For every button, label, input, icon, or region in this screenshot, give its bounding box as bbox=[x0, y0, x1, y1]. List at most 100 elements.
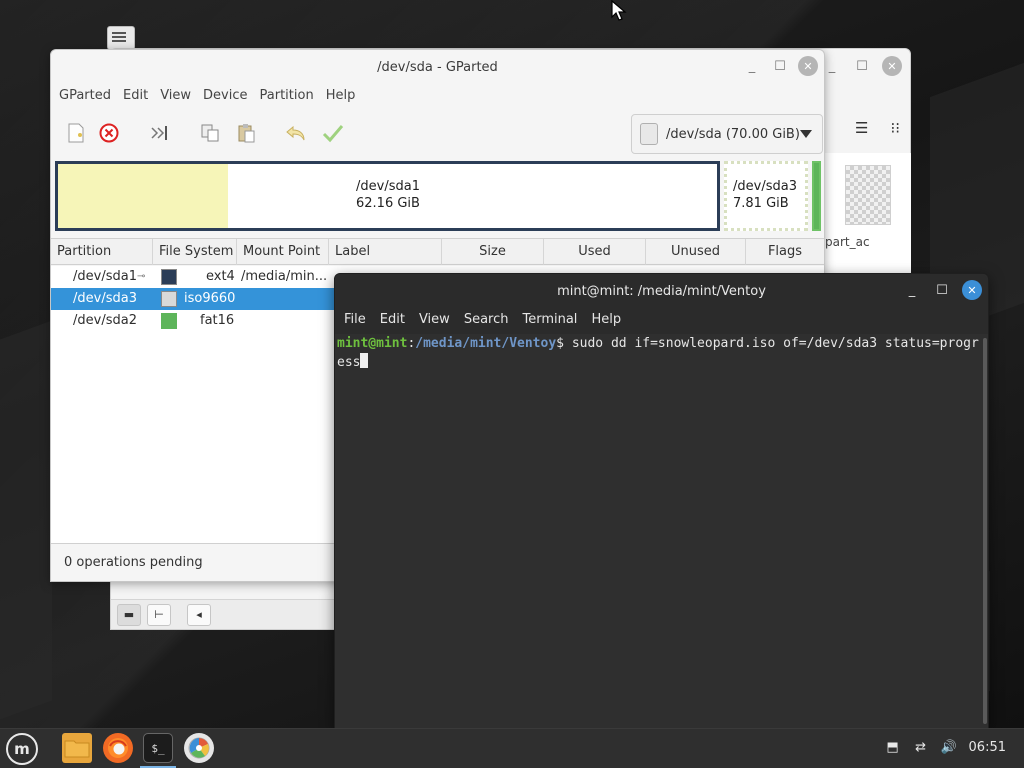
key-icon: ⊸ bbox=[137, 271, 146, 282]
partition-block-sda3[interactable]: /dev/sda3 7.81 GiB bbox=[724, 161, 808, 231]
scrollbar[interactable] bbox=[983, 338, 987, 724]
maximize-button[interactable]: ☐ bbox=[932, 280, 952, 300]
device-select-value: /dev/sda (70.00 GiB) bbox=[666, 126, 800, 142]
fs-cell: ext4 bbox=[206, 269, 235, 284]
close-button[interactable]: ✕ bbox=[882, 56, 902, 76]
column-file-system[interactable]: File System bbox=[153, 239, 237, 265]
fs-color-swatch bbox=[161, 269, 177, 285]
menu-edit[interactable]: Edit bbox=[117, 86, 154, 108]
clock[interactable]: 06:51 bbox=[969, 740, 1006, 755]
column-flags[interactable]: Flags bbox=[746, 239, 824, 265]
wallpaper-shape bbox=[0, 320, 52, 720]
disk-icon bbox=[640, 123, 658, 145]
list-view-icon[interactable]: ☰ bbox=[855, 119, 868, 137]
partition-block-sda2[interactable] bbox=[812, 161, 821, 231]
terminal-output[interactable]: mint@mint:/media/mint/Ventoy$ sudo dd if… bbox=[335, 334, 988, 729]
gparted-titlebar: /dev/sda - GParted _ ☐ ✕ bbox=[51, 50, 824, 84]
menu-partition[interactable]: Partition bbox=[254, 86, 320, 108]
partition-name: /dev/sda3 bbox=[733, 179, 797, 194]
column-size[interactable]: Size bbox=[442, 239, 544, 265]
chevron-down-icon bbox=[800, 130, 812, 138]
mount-cell: /media/min... bbox=[241, 269, 328, 284]
gparted-icon[interactable] bbox=[184, 733, 214, 763]
text-cursor bbox=[360, 353, 369, 368]
fs-cell: fat16 bbox=[200, 313, 235, 328]
places-icon[interactable]: ▬ bbox=[117, 603, 141, 626]
firefox-icon[interactable] bbox=[103, 733, 133, 763]
minimize-button[interactable]: _ bbox=[822, 56, 842, 76]
mint-menu-icon[interactable]: m bbox=[6, 733, 38, 765]
window-title: mint@mint: /media/mint/Ventoy bbox=[557, 283, 766, 299]
partition-block-sda1[interactable]: /dev/sda1 62.16 GiB bbox=[55, 161, 720, 231]
terminal-window: mint@mint: /media/mint/Ventoy _ ☐ ✕ File… bbox=[334, 273, 989, 729]
column-mount-point[interactable]: Mount Point bbox=[237, 239, 329, 265]
partition-cell: /dev/sda1 bbox=[73, 269, 137, 284]
menu-search[interactable]: Search bbox=[457, 308, 516, 334]
partition-cell: /dev/sda2 bbox=[73, 313, 137, 328]
prompt-symbol: $ bbox=[556, 336, 564, 351]
partition-cell: /dev/sda3 bbox=[73, 291, 137, 306]
delete-icon[interactable] bbox=[96, 120, 122, 146]
terminal-glyph: $_ bbox=[151, 741, 165, 755]
fs-cell: iso9660 bbox=[184, 291, 236, 306]
taskbar: m $_ ⬒ ⇄ 🔊 06:51 bbox=[0, 728, 1024, 768]
operations-pending: 0 operations pending bbox=[64, 555, 203, 570]
menu-file[interactable]: File bbox=[337, 308, 373, 334]
device-select[interactable]: /dev/sda (70.00 GiB) bbox=[631, 114, 823, 154]
files-icon[interactable] bbox=[62, 733, 92, 763]
maximize-button[interactable]: ☐ bbox=[852, 56, 872, 76]
menu-help[interactable]: Help bbox=[584, 308, 628, 334]
network-icon[interactable]: ⇄ bbox=[913, 739, 929, 755]
file-manager-statusbar: ▬ ⊢ ◂ bbox=[111, 599, 335, 629]
partition-size: 62.16 GiB bbox=[356, 196, 420, 211]
system-tray: ⬒ ⇄ 🔊 06:51 bbox=[885, 739, 1006, 755]
partition-map: /dev/sda1 62.16 GiB /dev/sda3 7.81 GiB bbox=[55, 161, 823, 231]
menu-edit[interactable]: Edit bbox=[373, 308, 412, 334]
column-label[interactable]: Label bbox=[329, 239, 442, 265]
menu-view[interactable]: View bbox=[412, 308, 457, 334]
resize-move-icon[interactable] bbox=[147, 120, 173, 146]
copy-icon[interactable] bbox=[197, 120, 223, 146]
terminal-shortcut-icon[interactable] bbox=[107, 26, 135, 50]
compact-view-icon[interactable]: ⁝⁝ bbox=[890, 119, 900, 137]
undo-icon[interactable] bbox=[283, 120, 309, 146]
paste-icon[interactable] bbox=[233, 120, 259, 146]
command-line: mint@mint:/media/mint/Ventoy$ sudo dd if… bbox=[337, 335, 986, 372]
minimize-button[interactable]: _ bbox=[742, 56, 762, 76]
menu-help[interactable]: Help bbox=[320, 86, 362, 108]
partition-name: /dev/sda1 bbox=[356, 179, 420, 194]
file-name[interactable]: part_ac bbox=[825, 235, 905, 249]
tree-icon[interactable]: ⊢ bbox=[147, 603, 171, 626]
maximize-button[interactable]: ☐ bbox=[770, 56, 790, 76]
terminal-menu-bar: File Edit View Search Terminal Help bbox=[335, 308, 988, 334]
terminal-icon[interactable]: $_ bbox=[143, 733, 173, 763]
updates-icon[interactable]: ⬒ bbox=[885, 739, 901, 755]
menu-gparted[interactable]: GParted bbox=[53, 86, 117, 108]
close-button[interactable]: ✕ bbox=[798, 56, 818, 76]
partition-table-header: Partition File System Mount Point Label … bbox=[51, 238, 824, 265]
fs-color-swatch bbox=[161, 313, 177, 329]
apply-icon[interactable] bbox=[320, 120, 346, 146]
column-unused[interactable]: Unused bbox=[646, 239, 746, 265]
minimize-button[interactable]: _ bbox=[902, 280, 922, 300]
close-button[interactable]: ✕ bbox=[962, 280, 982, 300]
menu-bar: GParted Edit View Device Partition Help bbox=[51, 86, 361, 108]
menu-device[interactable]: Device bbox=[197, 86, 253, 108]
partition-size: 7.81 GiB bbox=[733, 196, 789, 211]
hide-sidebar-icon[interactable]: ◂ bbox=[187, 603, 211, 626]
prompt-path: /media/mint/Ventoy bbox=[415, 336, 557, 351]
fs-color-swatch bbox=[161, 291, 177, 307]
prompt-user: mint@mint bbox=[337, 336, 408, 351]
menu-terminal[interactable]: Terminal bbox=[515, 308, 584, 334]
column-used[interactable]: Used bbox=[544, 239, 646, 265]
view-toggle: ☰ ⁝⁝ bbox=[855, 119, 900, 137]
mouse-cursor-icon bbox=[611, 0, 627, 21]
used-space-bar bbox=[58, 164, 228, 228]
column-partition[interactable]: Partition bbox=[51, 239, 153, 265]
file-thumbnail-icon[interactable] bbox=[845, 165, 891, 225]
new-icon[interactable] bbox=[63, 120, 89, 146]
volume-icon[interactable]: 🔊 bbox=[940, 739, 956, 755]
window-title: /dev/sda - GParted bbox=[377, 59, 498, 75]
terminal-titlebar: mint@mint: /media/mint/Ventoy _ ☐ ✕ bbox=[335, 274, 988, 308]
menu-view[interactable]: View bbox=[154, 86, 197, 108]
